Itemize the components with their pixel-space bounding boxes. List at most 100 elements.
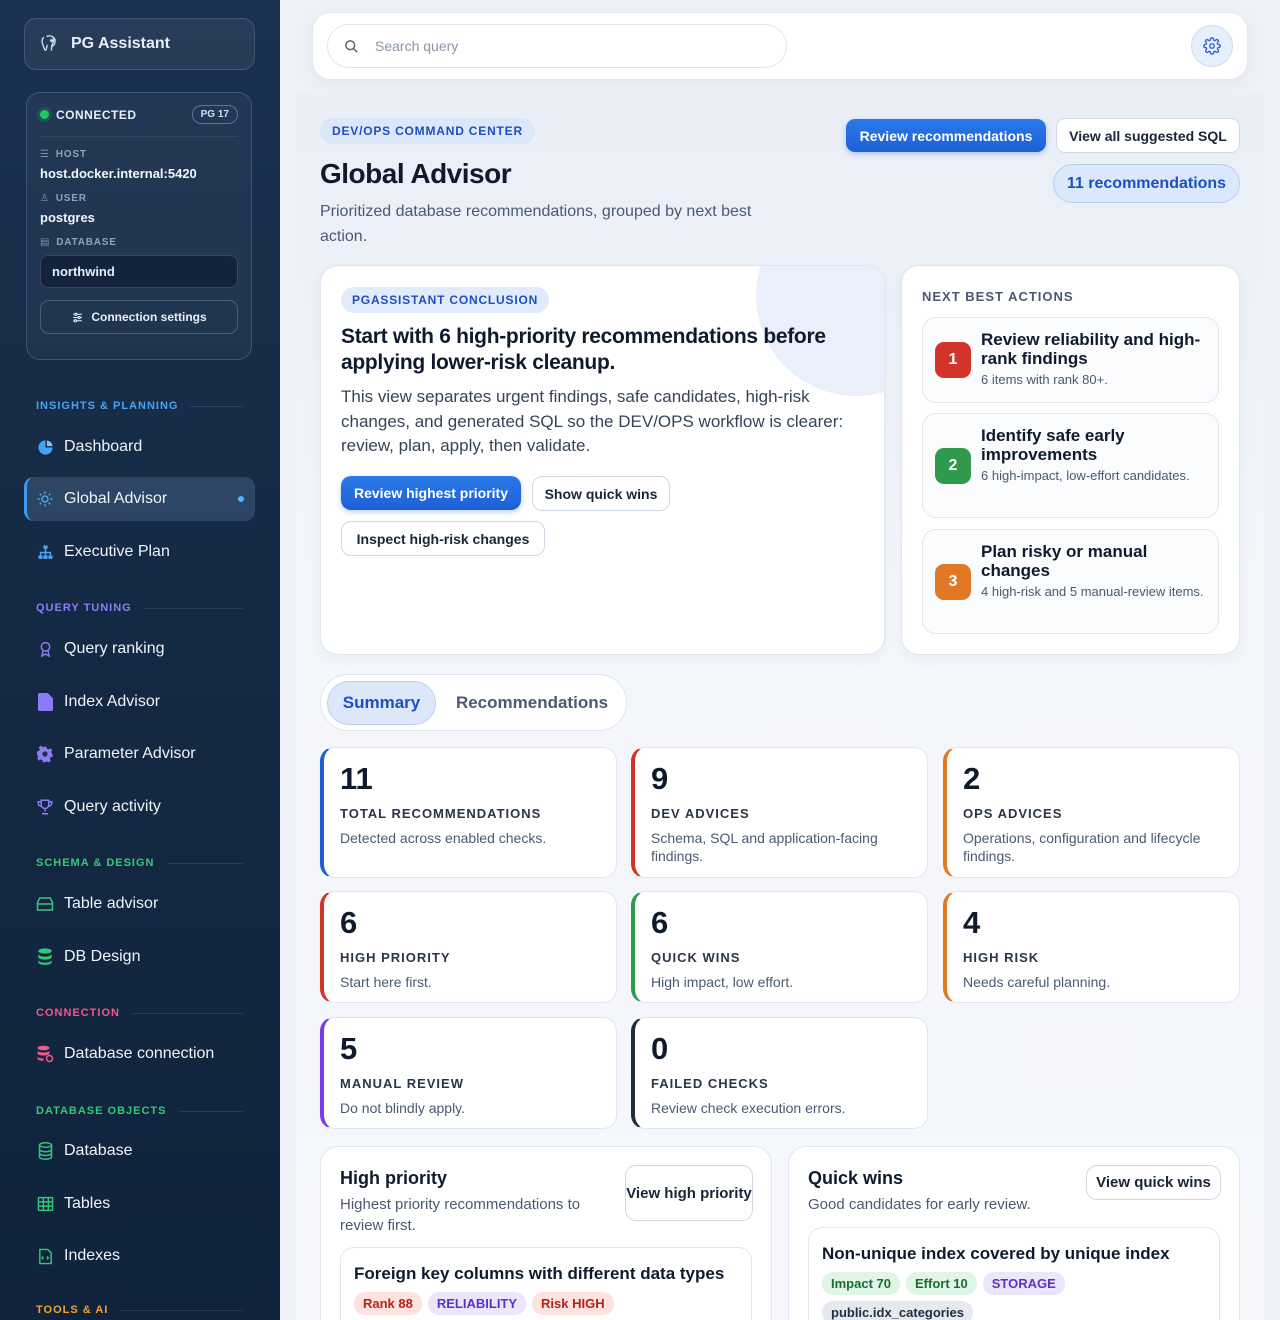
category-chip: STORAGE <box>982 1272 1065 1295</box>
award-icon <box>36 640 54 658</box>
page-eyebrow: DEV/OPS COMMAND CENTER <box>320 118 535 144</box>
section-connection: CONNECTION <box>36 1007 243 1019</box>
stat-value: 9 <box>651 761 669 796</box>
action-number: 2 <box>935 448 971 484</box>
section-insights-planning: INSIGHTS & PLANNING <box>36 400 243 412</box>
review-recommendations-button[interactable]: Review recommendations <box>846 119 1046 152</box>
inspect-high-risk-button[interactable]: Inspect high-risk changes <box>341 521 545 556</box>
status-label: CONNECTED <box>56 107 137 122</box>
database-select[interactable]: northwind <box>40 255 238 288</box>
stat-card[interactable]: 6 QUICK WINS High impact, low effort. <box>631 891 928 1003</box>
sidebar-item-table-advisor[interactable]: Table advisor <box>24 882 255 926</box>
next-action-item[interactable]: 2 Identify safe early improvements 6 hig… <box>922 413 1219 518</box>
conclusion-title: Start with 6 high-priority recommendatio… <box>341 325 826 374</box>
sidebar-item-dashboard[interactable]: Dashboard <box>24 425 255 469</box>
sidebar-item-query-ranking[interactable]: Query ranking <box>24 627 255 671</box>
main-content: DEV/OPS COMMAND CENTER Global Advisor Pr… <box>296 94 1264 1320</box>
sidebar-item-query-activity[interactable]: Query activity <box>24 785 255 829</box>
show-quick-wins-button[interactable]: Show quick wins <box>532 476 670 511</box>
connection-settings-button[interactable]: Connection settings <box>40 300 238 334</box>
connection-settings-label: Connection settings <box>91 310 207 324</box>
sidebar-item-index-advisor[interactable]: Index Advisor <box>24 680 255 724</box>
tab-summary[interactable]: Summary <box>327 681 436 725</box>
sidebar-item-tables[interactable]: Tables <box>24 1182 255 1226</box>
active-indicator <box>238 496 244 502</box>
sidebar-item-label: Query ranking <box>64 640 165 657</box>
database-label: ▤ DATABASE <box>40 237 117 248</box>
stat-value: 4 <box>963 905 981 940</box>
view-tabs: Summary Recommendations <box>320 674 627 731</box>
stat-desc: High impact, low effort. <box>651 974 794 990</box>
sidebar-item-db-design[interactable]: DB Design <box>24 935 255 979</box>
settings-button[interactable] <box>1191 25 1233 67</box>
next-action-item[interactable]: 3 Plan risky or manual changes 4 high-ri… <box>922 529 1219 634</box>
search-icon <box>345 39 358 53</box>
view-high-priority-button[interactable]: View high priority <box>625 1165 753 1221</box>
index-icon <box>36 1247 54 1265</box>
stat-label: HIGH RISK <box>963 950 1040 965</box>
action-title: Review reliability and high-rank finding… <box>981 330 1201 368</box>
stat-value: 11 <box>340 761 373 796</box>
sidebar-item-label: Database connection <box>64 1045 215 1062</box>
stat-label: FAILED CHECKS <box>651 1076 769 1091</box>
panel-subtitle: Good candidates for early review. <box>808 1196 1031 1213</box>
category-chip: RELIABILITY <box>427 1292 527 1315</box>
stat-card[interactable]: 6 HIGH PRIORITY Start here first. <box>320 891 617 1003</box>
connection-status: CONNECTED <box>40 108 137 122</box>
database-icon <box>36 1142 54 1160</box>
stat-label: QUICK WINS <box>651 950 741 965</box>
recommendation-card[interactable]: Non-unique index covered by unique index… <box>808 1227 1220 1320</box>
view-all-sql-button[interactable]: View all suggested SQL <box>1056 118 1240 153</box>
section-query-tuning: QUERY TUNING <box>36 602 243 614</box>
recommendation-card[interactable]: Foreign key columns with different data … <box>340 1247 752 1320</box>
stat-card[interactable]: 4 HIGH RISK Needs careful planning. <box>943 891 1240 1003</box>
stat-label: DEV ADVICES <box>651 806 750 821</box>
search-box[interactable] <box>327 24 787 68</box>
sidebar-item-database[interactable]: Database <box>24 1129 255 1173</box>
sidebar-item-indexes[interactable]: Indexes <box>24 1234 255 1278</box>
action-desc: 6 high-impact, low-effort candidates. <box>981 468 1190 483</box>
recommendations-count-badge: 11 recommendations <box>1053 164 1240 203</box>
sidebar-item-database-connection[interactable]: Database connection <box>24 1032 255 1076</box>
stat-value: 2 <box>963 761 981 796</box>
next-best-actions-card: NEXT BEST ACTIONS 1 Review reliability a… <box>901 265 1240 655</box>
server-icon: ☰ <box>40 149 50 160</box>
stat-card[interactable]: 11 TOTAL RECOMMENDATIONS Detected across… <box>320 747 617 878</box>
sidebar-item-label: DB Design <box>64 948 141 965</box>
database-settings-icon <box>36 1045 54 1063</box>
postgres-elephant-icon <box>41 35 56 51</box>
sidebar: PG Assistant CONNECTED PG 17 ☰ HOST host.… <box>0 0 280 1320</box>
next-action-item[interactable]: 1 Review reliability and high-rank findi… <box>922 317 1219 403</box>
sidebar-item-global-advisor[interactable]: Global Advisor <box>24 477 255 521</box>
sidebar-item-label: Table advisor <box>64 895 159 912</box>
stat-desc: Start here first. <box>340 974 432 990</box>
view-quick-wins-button[interactable]: View quick wins <box>1086 1165 1221 1200</box>
stat-card[interactable]: 0 FAILED CHECKS Review check execution e… <box>631 1017 928 1129</box>
review-highest-priority-button[interactable]: Review highest priority <box>341 476 521 510</box>
trophy-icon <box>36 798 54 816</box>
tab-recommendations[interactable]: Recommendations <box>447 681 617 725</box>
sidebar-item-executive-plan[interactable]: Executive Plan <box>24 530 255 574</box>
panel-title: High priority <box>340 1168 447 1188</box>
stat-card[interactable]: 9 DEV ADVICES Schema, SQL and applicatio… <box>631 747 928 878</box>
sidebar-item-label: Dashboard <box>64 438 143 455</box>
stat-desc: Needs careful planning. <box>963 974 1111 990</box>
stat-label: OPS ADVICES <box>963 806 1063 821</box>
stat-value: 6 <box>340 905 358 940</box>
app-brand[interactable]: PG Assistant <box>24 18 255 70</box>
high-priority-panel: High priority Highest priority recommend… <box>320 1146 772 1320</box>
host-value: host.docker.internal:5420 <box>40 166 197 181</box>
sidebar-item-label: Query activity <box>64 798 161 815</box>
sidebar-item-label: Global Advisor <box>64 490 168 507</box>
search-input[interactable] <box>375 38 755 54</box>
panel-title: Quick wins <box>808 1168 904 1188</box>
stat-card[interactable]: 2 OPS ADVICES Operations, configuration … <box>943 747 1240 878</box>
user-icon: ♙ <box>40 193 50 204</box>
stat-card[interactable]: 5 MANUAL REVIEW Do not blindly apply. <box>320 1017 617 1129</box>
object-chip: public.idx_categories <box>822 1301 973 1320</box>
app-name: PG Assistant <box>71 35 170 52</box>
panel-subtitle: Highest priority recommendations to revi… <box>340 1196 581 1234</box>
sidebar-item-parameter-advisor[interactable]: Parameter Advisor <box>24 732 255 776</box>
sidebar-item-label: Indexes <box>64 1247 121 1264</box>
sidebar-item-label: Tables <box>64 1195 111 1212</box>
